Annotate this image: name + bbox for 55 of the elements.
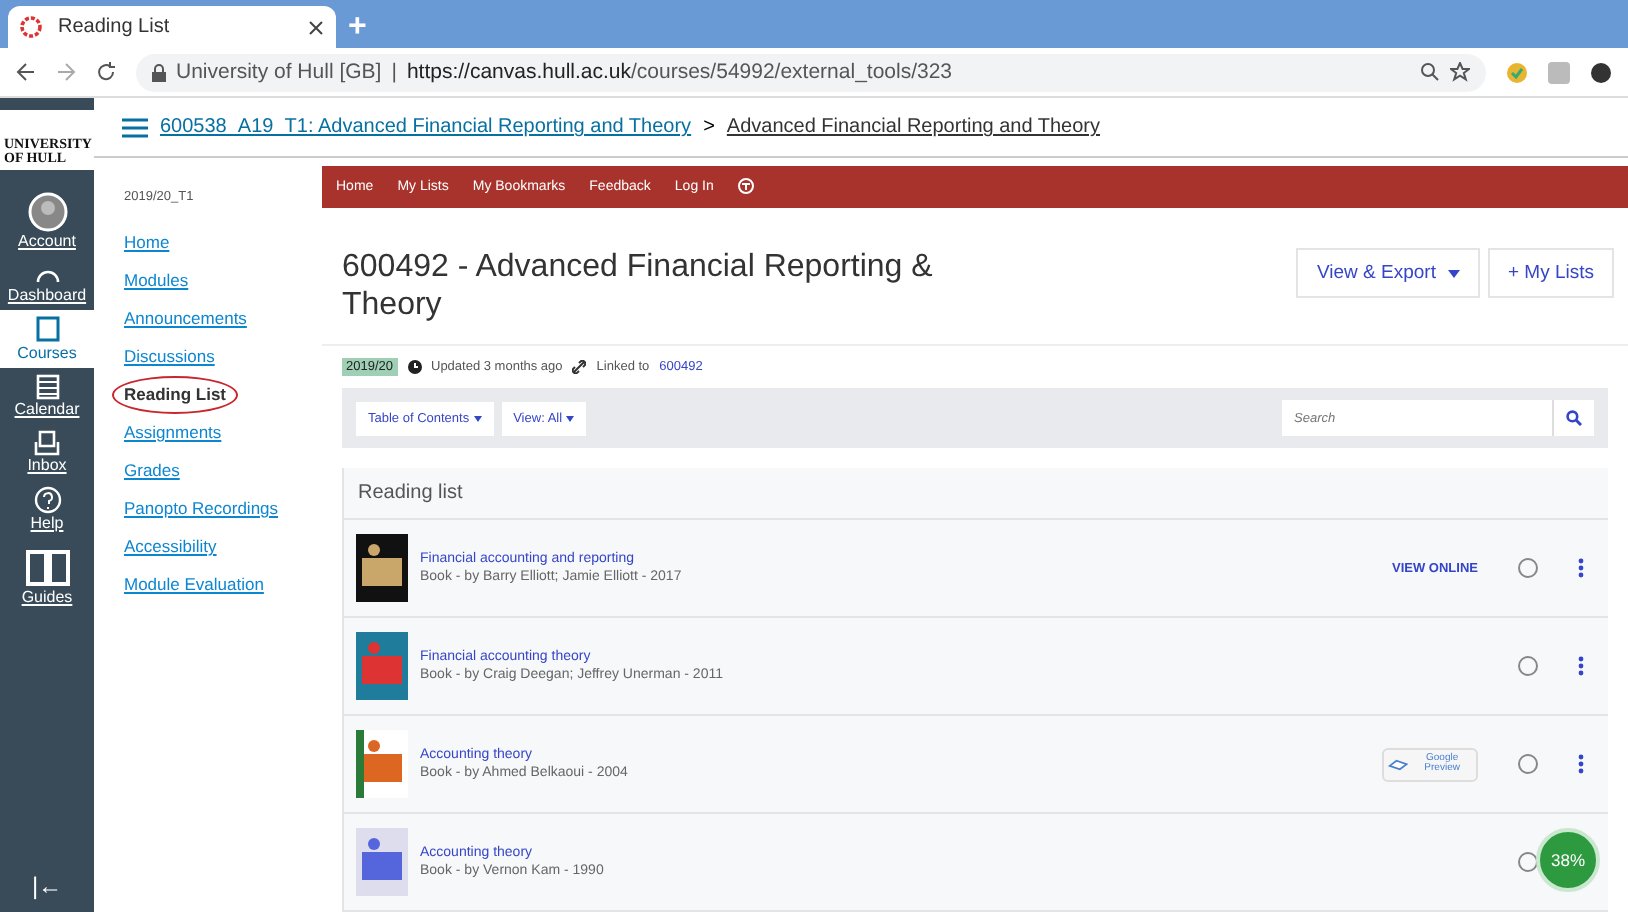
radio-button[interactable] xyxy=(1518,656,1538,676)
more-options-icon[interactable] xyxy=(1578,558,1584,578)
my-lists-button[interactable]: + My Lists xyxy=(1487,247,1614,298)
breadcrumb-separator: > xyxy=(703,116,715,138)
site-icon xyxy=(20,16,42,38)
global-nav-item[interactable]: Guides xyxy=(0,538,94,612)
global-nav-item[interactable]: Calendar xyxy=(0,368,94,424)
global-nav-item[interactable]: Help xyxy=(0,480,94,538)
calendar-icon xyxy=(35,374,59,400)
more-options-icon[interactable] xyxy=(1578,754,1584,774)
browser-tab[interactable]: Reading List xyxy=(8,6,336,48)
course-nav-link[interactable]: Home xyxy=(112,224,182,262)
inbox-icon xyxy=(34,430,60,456)
global-nav-item[interactable]: Courses xyxy=(0,310,94,368)
open-book-icon xyxy=(23,544,71,588)
global-nav-item[interactable]: Dashboard xyxy=(0,256,94,310)
radio-button[interactable] xyxy=(1518,754,1538,774)
clock-icon xyxy=(407,360,421,375)
course-nav-link[interactable]: Grades xyxy=(112,452,192,490)
course-nav-link[interactable]: Announcements xyxy=(112,300,259,338)
zoom-icon[interactable] xyxy=(1420,62,1440,82)
accessibility-icon[interactable] xyxy=(737,178,754,195)
caret-icon xyxy=(566,415,575,422)
avatar-icon xyxy=(27,192,67,232)
course-nav-link[interactable]: Modules xyxy=(112,262,201,300)
course-nav-link[interactable]: Assignments xyxy=(112,414,234,452)
profile-icon[interactable] xyxy=(1590,61,1612,83)
close-icon[interactable] xyxy=(308,19,324,35)
global-nav-item[interactable]: Inbox xyxy=(0,424,94,480)
caret-icon xyxy=(1447,269,1460,278)
link-icon xyxy=(572,360,587,375)
collapse-nav-button[interactable]: |← xyxy=(0,872,94,912)
course-nav-link[interactable]: Discussions xyxy=(112,338,227,376)
course-nav-link[interactable]: Module Evaluation xyxy=(112,566,276,604)
radio-button[interactable] xyxy=(1518,558,1538,578)
search-icon[interactable] xyxy=(1566,410,1582,427)
more-options-icon[interactable] xyxy=(1578,656,1584,676)
caret-icon xyxy=(473,415,482,422)
menu-icon[interactable] xyxy=(122,117,148,137)
help-icon xyxy=(33,486,61,514)
reload-icon[interactable] xyxy=(96,62,116,82)
section-heading: Reading list xyxy=(344,468,1608,520)
breadcrumb-link[interactable]: 600538_A19_T1: Advanced Financial Reporting and Theory xyxy=(160,116,692,138)
course-nav-link[interactable]: Accessibility xyxy=(112,528,229,566)
course-nav-link[interactable]: Panopto Recordings xyxy=(112,490,291,528)
course-nav-link[interactable]: Reading List xyxy=(112,376,239,414)
breadcrumb-link[interactable]: Advanced Financial Reporting and Theory xyxy=(726,116,1101,138)
address-bar[interactable]: University of Hull [GB] | https://canvas.hull.ac.uk/courses/54992/external_tools/323 xyxy=(136,53,1486,91)
lock-icon xyxy=(152,63,166,81)
global-nav-item[interactable]: Account xyxy=(0,186,94,256)
extension-icon[interactable] xyxy=(1506,61,1528,83)
view-export-dropdown[interactable]: View & Export xyxy=(1296,247,1480,298)
star-icon[interactable] xyxy=(1450,62,1470,82)
back-icon[interactable] xyxy=(16,62,36,82)
list-title: 600492 - Advanced Financial Reporting & Theory xyxy=(342,247,935,326)
